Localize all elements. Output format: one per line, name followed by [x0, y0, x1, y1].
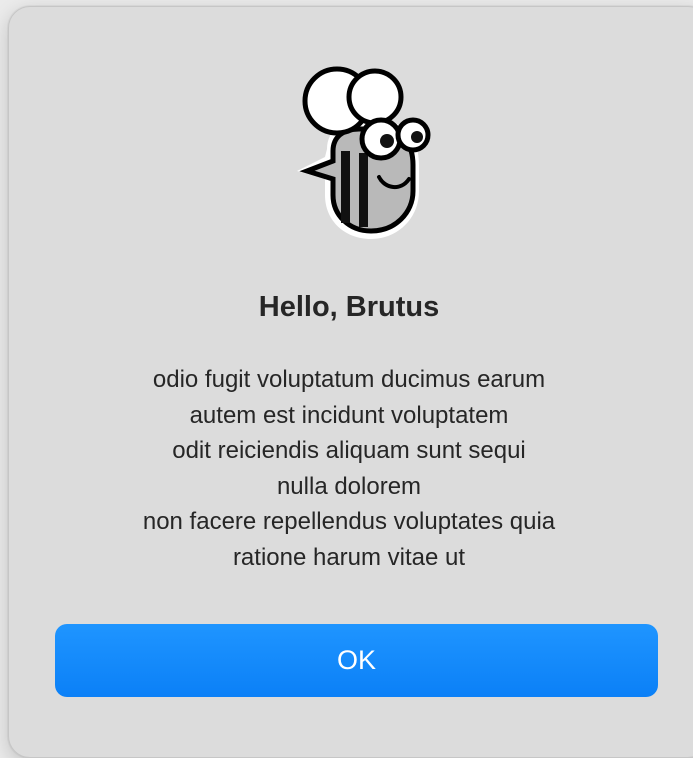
alert-message-line: nulla dolorem — [276, 472, 422, 500]
alert-message-line: odit reiciendis aliquam sunt sequi — [172, 437, 526, 464]
alert-dialog: Hello, Brutus odio fugit voluptatum duci… — [8, 6, 693, 758]
alert-message-line: ratione harum vitae ut — [232, 543, 466, 571]
alert-message-line: odio fugit voluptatum ducimus earum — [152, 366, 546, 393]
alert-message-line: non facere repellendus voluptates quia — [142, 508, 556, 535]
bee-app-icon — [297, 66, 431, 239]
alert-message-line: autem est incidunt voluptatem — [189, 401, 509, 429]
ok-button[interactable]: OK — [55, 624, 658, 697]
alert-message: odio fugit voluptatum ducimus earum aute… — [9, 362, 693, 575]
alert-title: Hello, Brutus — [258, 291, 440, 323]
